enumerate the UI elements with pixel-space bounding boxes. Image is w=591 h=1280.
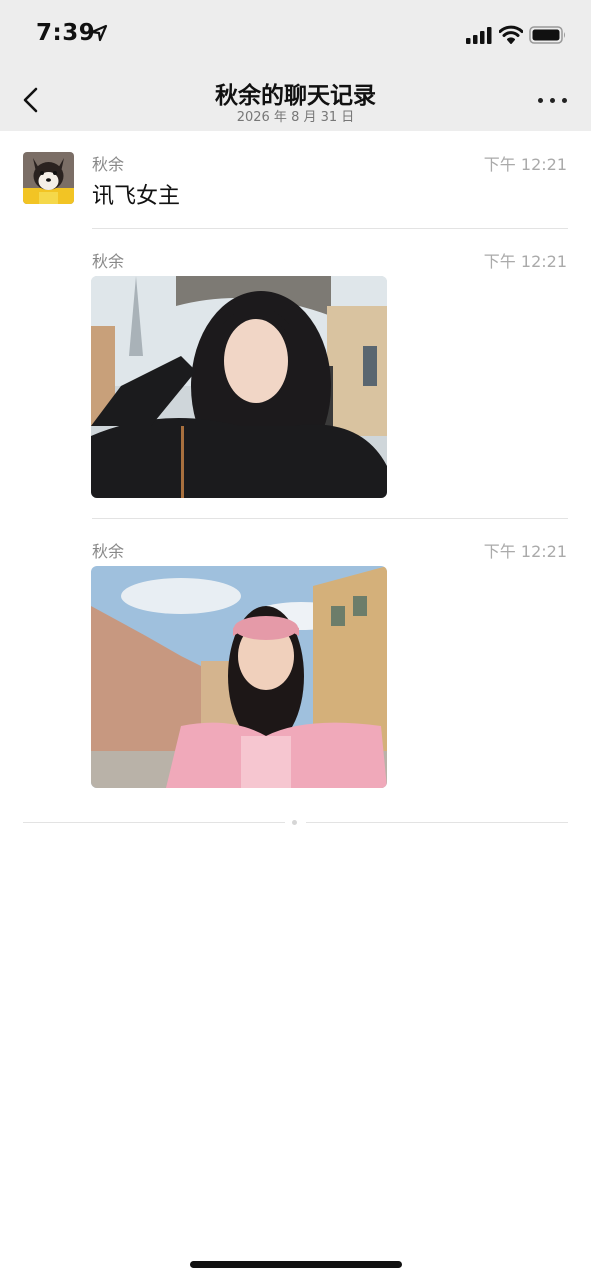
shiba-dog-avatar-image: [23, 152, 74, 204]
page-title: 秋余的聊天记录: [215, 83, 376, 109]
wifi-icon: [499, 25, 523, 44]
more-dot-icon: [562, 98, 567, 103]
selfie-photo-image: [91, 566, 387, 788]
message-divider: [92, 518, 568, 519]
message-sender: 秋余: [92, 155, 125, 174]
home-indicator[interactable]: [190, 1261, 402, 1268]
message-photo[interactable]: [91, 276, 387, 498]
more-options-button[interactable]: [532, 86, 572, 114]
status-bar: 7:39: [0, 0, 591, 68]
message-text[interactable]: 讯飞女主: [92, 178, 180, 210]
message-divider: [92, 228, 568, 229]
more-dot-icon: [550, 98, 555, 103]
status-time: 7:39: [36, 20, 96, 46]
selfie-photo-image: [91, 276, 387, 498]
more-dot-icon: [538, 98, 543, 103]
nav-bar: 秋余的聊天记录 2026 年 8 月 31 日: [0, 68, 591, 131]
location-arrow-icon: [90, 24, 108, 42]
message-sender: 秋余: [92, 252, 125, 271]
end-divider-dot: [292, 820, 297, 825]
message-photo[interactable]: [91, 566, 387, 788]
end-divider-line: [23, 822, 285, 823]
message-sender: 秋余: [92, 542, 125, 561]
page-subtitle-date: 2026 年 8 月 31 日: [236, 110, 355, 125]
battery-icon: [529, 26, 565, 44]
message-time: 下午 12:21: [483, 542, 567, 561]
cellular-signal-icon: [466, 27, 492, 44]
message-time: 下午 12:21: [483, 155, 567, 174]
end-divider-line: [306, 822, 568, 823]
message-time: 下午 12:21: [483, 252, 567, 271]
avatar[interactable]: [23, 152, 74, 204]
